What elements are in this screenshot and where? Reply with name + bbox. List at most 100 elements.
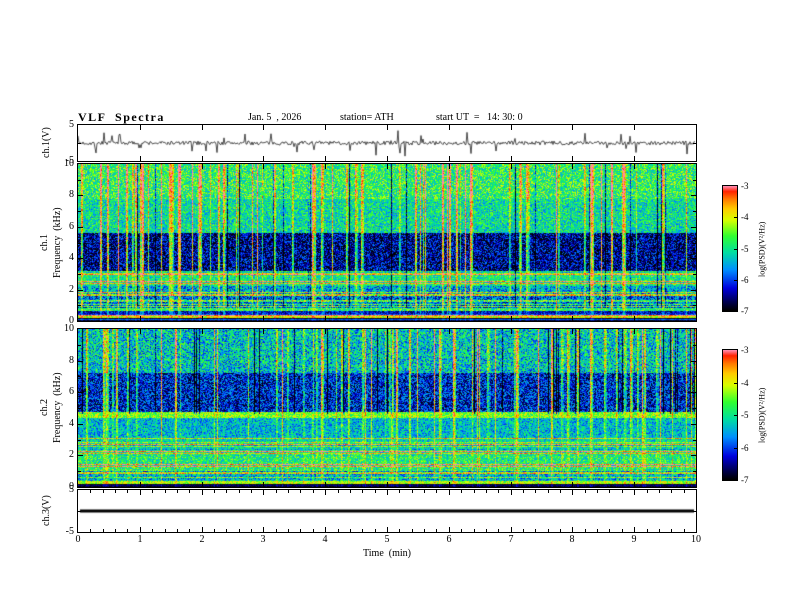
tick-mark — [387, 527, 388, 532]
y-tick-label: 5 — [69, 119, 74, 130]
tick-mark — [263, 527, 264, 532]
tick-mark — [387, 329, 388, 334]
tick-mark — [659, 490, 660, 493]
tick-mark — [572, 482, 573, 487]
ch1-channel-axis-label: ch.1 — [39, 234, 50, 251]
tick-mark — [165, 529, 166, 532]
tick-mark — [548, 490, 549, 493]
x-tick-label: 8 — [569, 534, 575, 545]
colorbar-tick-label: -6 — [741, 443, 749, 453]
tick-mark — [177, 490, 178, 493]
x-tick-label: 6 — [446, 534, 452, 545]
tick-mark — [202, 125, 203, 130]
tick-mark — [548, 529, 549, 532]
tick-mark — [387, 164, 388, 169]
tick-mark — [78, 455, 83, 456]
tick-mark — [693, 376, 696, 377]
tick-mark — [140, 527, 141, 532]
tick-mark — [362, 529, 363, 532]
tick-mark — [634, 125, 635, 130]
tick-mark — [325, 156, 326, 161]
tick-mark — [449, 329, 450, 334]
tick-mark — [325, 316, 326, 321]
tick-mark — [474, 529, 475, 532]
tick-mark — [78, 305, 81, 306]
tick-mark — [691, 361, 696, 362]
tick-mark — [693, 180, 696, 181]
tick-mark — [165, 490, 166, 493]
y-tick-label: 2 — [69, 449, 74, 460]
tick-mark — [691, 424, 696, 425]
tick-mark — [734, 249, 737, 250]
tick-mark — [202, 329, 203, 334]
tick-mark — [498, 490, 499, 493]
y-tick-label: 6 — [69, 221, 74, 232]
tick-mark — [189, 529, 190, 532]
tick-mark — [693, 408, 696, 409]
tick-mark — [693, 345, 696, 346]
tick-mark — [140, 482, 141, 487]
tick-mark — [325, 490, 326, 495]
tick-mark — [325, 329, 326, 334]
tick-mark — [572, 329, 573, 334]
colorbar-tick-label: -3 — [741, 181, 749, 191]
tick-mark — [449, 164, 450, 169]
colorbar-tick-label: -7 — [741, 475, 749, 485]
tick-mark — [449, 527, 450, 532]
tick-mark — [263, 156, 264, 161]
tick-mark — [78, 376, 81, 377]
tick-mark — [609, 529, 610, 532]
tick-mark — [239, 490, 240, 493]
tick-mark — [572, 527, 573, 532]
tick-mark — [78, 511, 81, 512]
tick-mark — [449, 482, 450, 487]
y-tick-label: 2 — [69, 284, 74, 295]
tick-mark — [523, 490, 524, 493]
ch1-frequency-axis-label: Frequency (kHz) — [52, 207, 63, 278]
tick-mark — [90, 529, 91, 532]
tick-mark — [449, 156, 450, 161]
tick-mark — [511, 329, 512, 334]
tick-mark — [251, 490, 252, 493]
tick-mark — [152, 529, 153, 532]
tick-mark — [288, 490, 289, 493]
tick-mark — [659, 529, 660, 532]
tick-mark — [325, 527, 326, 532]
tick-mark — [691, 290, 696, 291]
x-tick-label: 2 — [199, 534, 205, 545]
tick-mark — [78, 424, 83, 425]
y-tick-label: 8 — [69, 189, 74, 200]
tick-mark — [313, 529, 314, 532]
tick-mark — [276, 490, 277, 493]
figure-title: VLF Spectra — [78, 110, 165, 124]
tick-mark — [691, 258, 696, 259]
x-tick-label: 5 — [384, 534, 390, 545]
tick-mark — [691, 455, 696, 456]
ch2-channel-axis-label: ch.2 — [39, 399, 50, 417]
tick-mark — [362, 490, 363, 493]
tick-mark — [560, 490, 561, 493]
time-axis-label: Time (min) — [363, 548, 411, 559]
tick-mark — [214, 529, 215, 532]
x-tick-label: 10 — [691, 534, 701, 545]
colorbar-tick-label: -3 — [741, 345, 749, 355]
tick-mark — [127, 529, 128, 532]
tick-mark — [449, 490, 450, 495]
tick-mark — [691, 195, 696, 196]
tick-mark — [734, 415, 737, 416]
colorbar-tick-label: -5 — [741, 410, 749, 420]
tick-mark — [78, 243, 81, 244]
tick-mark — [634, 482, 635, 487]
tick-mark — [572, 156, 573, 161]
colorbar-1 — [722, 185, 738, 312]
tick-mark — [202, 527, 203, 532]
tick-mark — [387, 490, 388, 495]
tick-mark — [511, 490, 512, 495]
start-ut-label: start UT = 14: 30: 0 — [436, 112, 523, 123]
tick-mark — [436, 490, 437, 493]
tick-mark — [387, 316, 388, 321]
tick-mark — [634, 156, 635, 161]
tick-mark — [78, 408, 81, 409]
tick-mark — [325, 164, 326, 169]
tick-mark — [597, 529, 598, 532]
